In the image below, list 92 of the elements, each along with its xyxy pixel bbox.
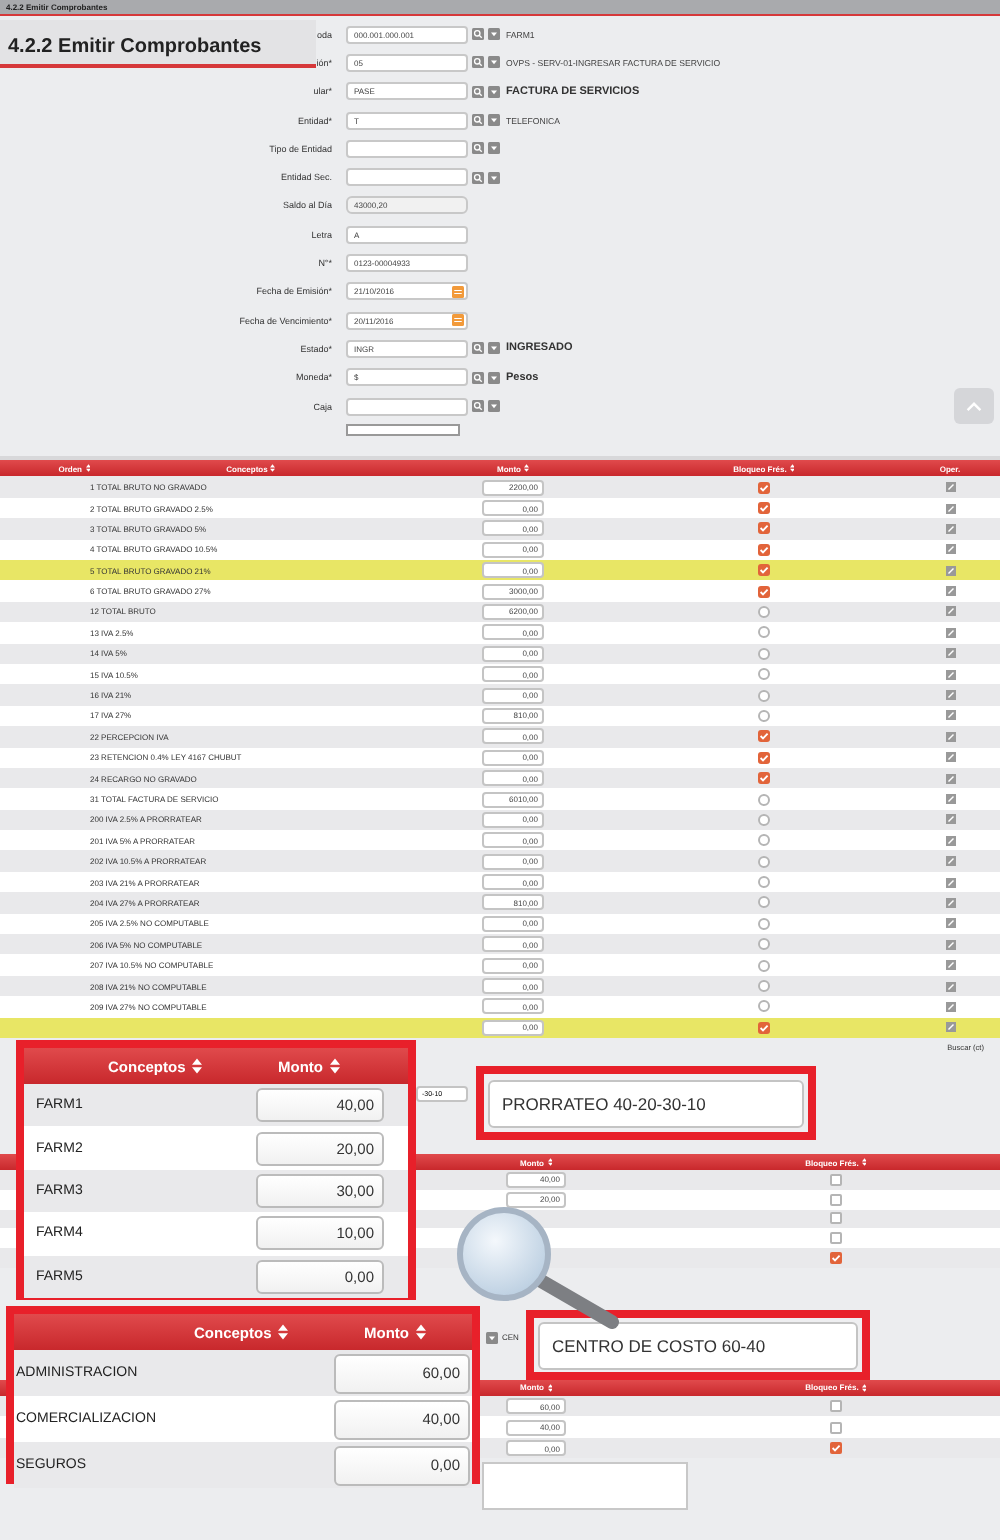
checkbox[interactable] [758,917,770,930]
select-field[interactable] [346,424,460,437]
dropdown-icon[interactable] [486,1331,498,1344]
checkbox[interactable] [758,709,770,722]
edit-icon[interactable] [945,710,955,721]
checkbox[interactable] [830,1421,842,1434]
edit-icon[interactable] [945,627,955,638]
chevron-up-icon [966,401,982,411]
checkbox[interactable] [758,1000,770,1013]
sort-icon [547,1158,552,1166]
input-field[interactable] [346,139,468,158]
search-icon[interactable] [472,85,484,98]
edit-icon[interactable] [945,731,955,742]
input-field[interactable] [346,168,468,187]
dropdown-icon[interactable] [488,371,500,384]
checkbox[interactable] [758,793,770,805]
input-field[interactable] [346,397,468,415]
search-icon[interactable] [472,56,484,69]
checkbox[interactable] [830,1232,842,1245]
edit-icon[interactable] [945,897,955,908]
search-icon[interactable] [472,28,484,41]
edit-icon[interactable] [945,690,955,701]
edit-icon[interactable] [945,835,955,846]
checkbox[interactable] [758,855,770,868]
edit-icon[interactable] [945,1001,955,1012]
checkbox[interactable] [830,1212,842,1225]
search-icon[interactable] [472,171,484,184]
edit-icon[interactable] [945,606,955,617]
checkbox[interactable] [758,834,770,847]
sort-icon [861,1158,867,1166]
dropdown-icon[interactable] [488,28,500,41]
search-icon[interactable] [472,342,484,355]
dropdown-icon[interactable] [488,142,500,155]
checkbox[interactable] [758,876,770,889]
search-icon[interactable] [472,142,484,155]
search-icon[interactable] [472,371,484,384]
dropdown-icon[interactable] [488,56,500,69]
checkbox[interactable] [758,626,770,639]
checkbox[interactable] [830,1193,842,1206]
sort-icon [789,464,795,473]
edit-icon[interactable] [945,482,955,493]
search-icon[interactable] [472,400,484,412]
edit-icon[interactable] [945,981,955,992]
edit-icon[interactable] [945,814,955,825]
edit-icon[interactable] [945,648,955,659]
checkbox[interactable] [758,896,770,909]
checkbox[interactable] [758,689,770,702]
sort-icon [329,1058,339,1074]
input-field[interactable]: CENTRO DE COSTO 60-40 [538,1321,858,1369]
sort-icon [547,1383,552,1392]
edit-icon[interactable] [945,752,955,763]
edit-icon[interactable] [945,544,955,555]
sort-icon [85,464,90,473]
edit-icon[interactable] [945,960,955,971]
edit-icon[interactable] [945,918,955,929]
sort-icon [415,1324,425,1340]
text-area[interactable] [482,1462,688,1511]
edit-icon[interactable] [945,877,955,888]
input-field[interactable]: PRORRATEO 40-20-30-10 [488,1079,804,1127]
edit-icon[interactable] [945,586,955,597]
edit-icon[interactable] [945,565,955,576]
edit-icon[interactable] [945,794,955,804]
calendar-icon[interactable] [452,285,464,298]
checkbox[interactable] [758,647,770,660]
dropdown-icon[interactable] [488,85,500,98]
checkbox[interactable] [758,605,770,618]
edit-icon[interactable] [945,523,955,534]
checkbox[interactable] [830,1400,842,1413]
checkbox[interactable] [758,813,770,826]
edit-icon[interactable] [945,503,955,514]
search-icon[interactable] [472,114,484,127]
sort-icon [191,1058,202,1074]
dropdown-icon[interactable] [488,342,500,355]
checkbox[interactable] [830,1173,842,1186]
dropdown-icon[interactable] [488,400,500,412]
edit-icon[interactable] [945,773,955,784]
sort-icon [277,1324,288,1340]
page-title: 4.2.2 Emitir Comprobantes [0,20,316,68]
sort-icon [524,464,529,473]
calendar-icon[interactable] [452,314,464,327]
sort-icon [270,464,276,473]
sort-icon [861,1383,867,1392]
edit-icon[interactable] [945,1022,955,1033]
checkbox[interactable] [758,959,770,972]
edit-icon[interactable] [945,669,955,680]
edit-icon[interactable] [945,939,955,950]
dropdown-icon[interactable] [488,114,500,127]
dropdown-icon[interactable] [488,171,500,184]
checkbox[interactable] [758,668,770,681]
edit-icon[interactable] [945,856,955,867]
checkbox[interactable] [758,938,770,951]
checkbox[interactable] [758,980,770,993]
